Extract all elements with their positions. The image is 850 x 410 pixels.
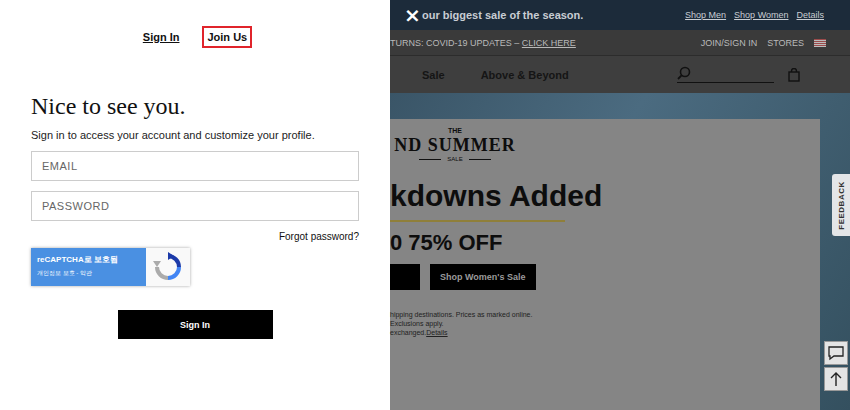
covid-notice: TURNS: COVID-19 UPDATES – CLICK HERE <box>390 38 701 48</box>
search-field[interactable] <box>677 66 774 83</box>
covid-link[interactable]: CLICK HERE <box>522 38 576 48</box>
banner-links: Shop Men Shop Women Details <box>685 10 824 20</box>
hero-button[interactable] <box>390 264 420 290</box>
bag-icon[interactable] <box>788 68 800 82</box>
details-link[interactable]: Details <box>426 329 447 336</box>
nav-item[interactable]: Sale <box>422 69 445 81</box>
chat-icon <box>827 345 845 361</box>
sign-in-button[interactable]: Sign In <box>118 310 273 339</box>
text-field[interactable] <box>31 191 359 221</box>
promo-banner: our biggest sale of the season.Shop MenS… <box>390 0 850 30</box>
website-background: our biggest sale of the season.Shop MenS… <box>390 0 850 410</box>
arrow-up-icon <box>830 371 842 387</box>
recaptcha-badge[interactable]: reCAPTCHA로 보호됨개인정보 보호 - 약관 <box>31 248 190 286</box>
chat-button[interactable] <box>824 341 848 365</box>
hero-button[interactable]: Shop Women's Sale <box>430 264 536 290</box>
recaptcha-icon <box>153 252 183 282</box>
hero-card: THEND SUMMERSALE kdowns Added 0 75% OFF Sho… <box>390 119 820 410</box>
close-button[interactable]: × <box>402 4 423 26</box>
auth-tab[interactable]: Sign In <box>138 26 185 48</box>
utility-link[interactable]: JOIN/SIGN IN <box>701 38 758 48</box>
recaptcha-label: reCAPTCHA로 보호됨개인정보 보호 - 약관 <box>31 248 146 286</box>
utility-link[interactable]: STORES <box>767 38 804 48</box>
auth-tab[interactable]: Join Us <box>202 26 252 48</box>
submit-row: Sign In <box>31 310 359 339</box>
modal-subtitle: Sign in to access your account and custo… <box>31 128 359 142</box>
search-icon <box>677 66 691 80</box>
banner-text: our biggest sale of the season. <box>422 9 685 21</box>
recaptcha-logo <box>146 248 190 286</box>
text-field[interactable] <box>31 151 359 181</box>
forgot-password-link[interactable]: Forgot password? <box>279 231 359 242</box>
us-flag-icon[interactable] <box>814 39 826 47</box>
feedback-tab[interactable]: FEEDBACK <box>832 174 850 236</box>
sign-in-modal: Sign In Join Us Nice to see you. Sign in to… <box>0 0 390 410</box>
sale-logo: THEND SUMMERSALE <box>390 127 520 162</box>
screen: Sign In Join Us Nice to see you. Sign in to… <box>0 0 850 410</box>
utility-bar: TURNS: COVID-19 UPDATES – CLICK HEREJOIN… <box>390 30 850 56</box>
back-to-top-button[interactable] <box>824 367 848 391</box>
auth-tabs: Sign In Join Us <box>31 26 359 48</box>
utility-links: JOIN/SIGN IN STORES <box>701 38 826 48</box>
hero-offer: 0 75% OFF <box>390 230 820 256</box>
banner-link[interactable]: Shop Men <box>685 10 726 20</box>
fine-print: hipping destinations. Prices as marked o… <box>390 310 820 337</box>
banner-link[interactable]: Shop Women <box>734 10 788 20</box>
forgot-row: Forgot password? <box>31 231 359 242</box>
hero-buttons: Shop Women's Sale <box>390 264 820 290</box>
main-nav: Sale Above & Beyond <box>390 56 850 93</box>
banner-link[interactable]: Details <box>796 10 824 20</box>
modal-title: Nice to see you. <box>31 92 359 120</box>
hero-headline: kdowns Added <box>390 178 820 214</box>
hero: THEND SUMMERSALE kdowns Added 0 75% OFF Sho… <box>390 93 850 410</box>
divider <box>390 220 565 222</box>
form-fields <box>31 151 359 221</box>
nav-item[interactable]: Above & Beyond <box>481 69 569 81</box>
